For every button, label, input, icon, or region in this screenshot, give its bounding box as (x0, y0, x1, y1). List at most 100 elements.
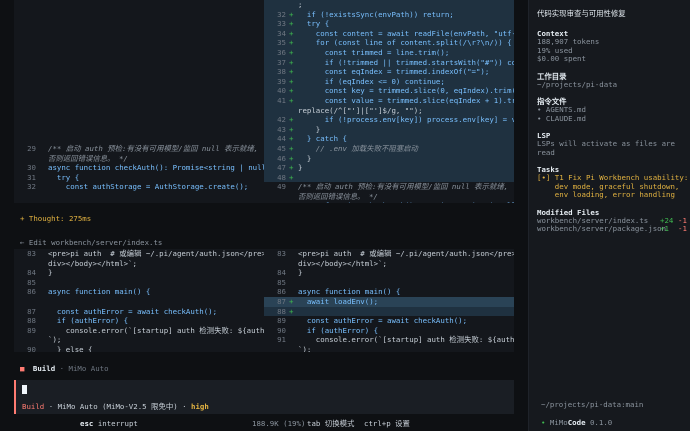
diff-after-pane: ; 32 + if (!existsSync(envPath)) return; 33… (264, 0, 514, 203)
variant-label[interactable]: high (191, 402, 209, 411)
brand-name-b: Code (567, 418, 586, 427)
line-number: 83 (27, 249, 36, 258)
settings-hint[interactable]: ctrl+p 设置 (364, 417, 410, 431)
interrupt-hint[interactable]: esc interrupt (80, 417, 138, 431)
line-number: 44 (277, 134, 286, 144)
code-line: 89 const authError = await checkAuth(); (264, 316, 514, 326)
line-number: 43 (277, 124, 286, 134)
code-text: console.error(`[startup] auth 检测失败: ${au… (315, 335, 514, 345)
line-number: 47 (277, 163, 286, 173)
code-line: div></body></html>`; (14, 259, 264, 269)
esc-key: esc (80, 419, 94, 428)
code-line: 84} (264, 268, 514, 278)
diff-marker: + (289, 306, 294, 316)
code-line: 39 + if (eqIndex <= 0) continue; (264, 76, 514, 87)
agent-mode[interactable]: Build (22, 402, 44, 411)
diff-marker: + (289, 153, 294, 163)
lsp-section: LSP LSPs will activate as files are read (537, 131, 682, 157)
code-text: 否则返回错误信息。 */ (298, 191, 378, 201)
code-text: async function checkAuth(): Promise<stri… (48, 163, 264, 173)
code-line: 否则返回错误信息。 */ (14, 154, 264, 164)
line-number: 89 (277, 316, 286, 326)
edit-file-label[interactable]: ← Edit workbench/server/index.ts (20, 238, 162, 247)
file-path: workbench/server/package.json (537, 224, 667, 233)
build-label: Build (32, 364, 56, 373)
thought-indicator[interactable]: + Thought: 275ms (20, 214, 91, 223)
code-text: const eqIndex = trimmed.indexOf("="); (298, 67, 490, 77)
code-text: } (298, 124, 321, 134)
build-model: MiMo Auto (68, 364, 109, 373)
code-text: const key = trimmed.slice(0, eqIndex).tr… (298, 86, 514, 96)
code-line: 45 + // .env 加载失败不阻塞启动 (264, 143, 514, 154)
code-line: 85 (264, 278, 514, 288)
line-number: 31 (27, 172, 36, 182)
code-line: 88 if (authError) { (14, 316, 264, 326)
code-text: `); (298, 344, 312, 352)
branch-path: ~/projects/pi-data:main (541, 400, 644, 409)
session-title: 代码实现审查与可用性修复 (537, 9, 626, 18)
modified-file[interactable]: workbench/server/package.json +1 -1 (537, 224, 687, 234)
status-dot-icon: • (541, 418, 546, 427)
conversation-pane: 29/** 启动 auth 预检:有没有可用模型/监回 null 表示就绪, 否则… (0, 0, 528, 431)
code-line: 41 + const value = trimmed.slice(eqIndex … (264, 95, 514, 106)
code-line: 30 async function checkAuth(): Promise<st… (14, 163, 264, 173)
diff-marker: + (289, 76, 294, 86)
code-text: div></body></html>`; (298, 258, 387, 268)
code-line: 86 async function main() { (264, 287, 514, 297)
agent-model-line[interactable]: Build · MiMo Auto (MiMo-V2.5 限免中) · high (22, 401, 209, 412)
diff-marker: + (289, 95, 294, 105)
instruction-file[interactable]: • CLAUDE.md (537, 114, 682, 124)
line-number: 35 (277, 38, 286, 48)
workdir-path: ~/projects/pi-data (537, 79, 618, 89)
code-text: async function main() { (48, 287, 151, 297)
code-line: 33 + try { (264, 19, 514, 29)
token-usage: 188.9K (19%) (252, 419, 306, 428)
code-text: /** 启动 auth 预检:有没有可用模型/监回 null 表示就绪, (48, 143, 259, 153)
footer-bar: esc interrupt 188.9K (19%) tab 切换模式 ctrl… (0, 417, 528, 431)
diff-marker: + (289, 28, 294, 38)
line-number: 88 (27, 316, 36, 326)
tab-hint[interactable]: tab 切换模式 (307, 417, 354, 431)
code-line: 32 + if (!existsSync(envPath)) return; (264, 9, 514, 20)
code-line: 47 +} (264, 163, 514, 173)
diff-marker: + (289, 19, 294, 29)
code-line: 90 if (authError) { (264, 326, 514, 336)
line-number: 90 (277, 325, 286, 335)
code-line: 29 /** 启动 auth 预检:有没有可用模型/监回 null 表示就绪, (14, 144, 264, 154)
line-number: 46 (277, 153, 286, 163)
diff-marker: + (289, 124, 294, 134)
code-text: for (const line of content.split(/\r?\n/… (298, 38, 512, 48)
diff-panel-bottom: 83 <pre>pi auth # 或编辑 ~/.pi/agent/auth.js… (14, 249, 514, 352)
line-number: 48 (277, 172, 286, 182)
diff-before-pane: 83 <pre>pi auth # 或编辑 ~/.pi/agent/auth.js… (14, 249, 264, 352)
line-number: 49 (277, 182, 286, 192)
code-text: } (48, 268, 53, 278)
line-number: 39 (277, 76, 286, 86)
code-text: try { (48, 172, 80, 182)
diff-marker: + (289, 86, 294, 96)
app-version: 0.1.0 (589, 418, 613, 427)
model-selector[interactable]: MiMo Auto (MiMo-V2.5 限免中) (58, 402, 178, 411)
code-line: 85 (14, 278, 264, 288)
code-line: replace(/^["']|["']$/g, ""); (264, 105, 514, 116)
code-text: // .env 加载失败不阻塞启动 (298, 143, 418, 153)
code-text: await loadEnv(); (298, 296, 379, 306)
prompt-input[interactable]: Build · MiMo Auto (MiMo-V2.5 限免中) · high (14, 380, 514, 414)
code-line: 35 + for (const line of content.split(/\r… (264, 38, 514, 48)
line-number: 42 (277, 115, 286, 125)
line-number: 32 (27, 182, 36, 192)
diff-marker: + (289, 57, 294, 67)
line-number: 38 (277, 67, 286, 77)
diff-marker: + (289, 163, 294, 173)
diff-panel-top: 29/** 启动 auth 预检:有没有可用模型/监回 null 表示就绪, 否则… (14, 0, 514, 203)
line-number: 37 (277, 57, 286, 67)
code-line: 38 + const eqIndex = trimmed.indexOf("=")… (264, 67, 514, 77)
